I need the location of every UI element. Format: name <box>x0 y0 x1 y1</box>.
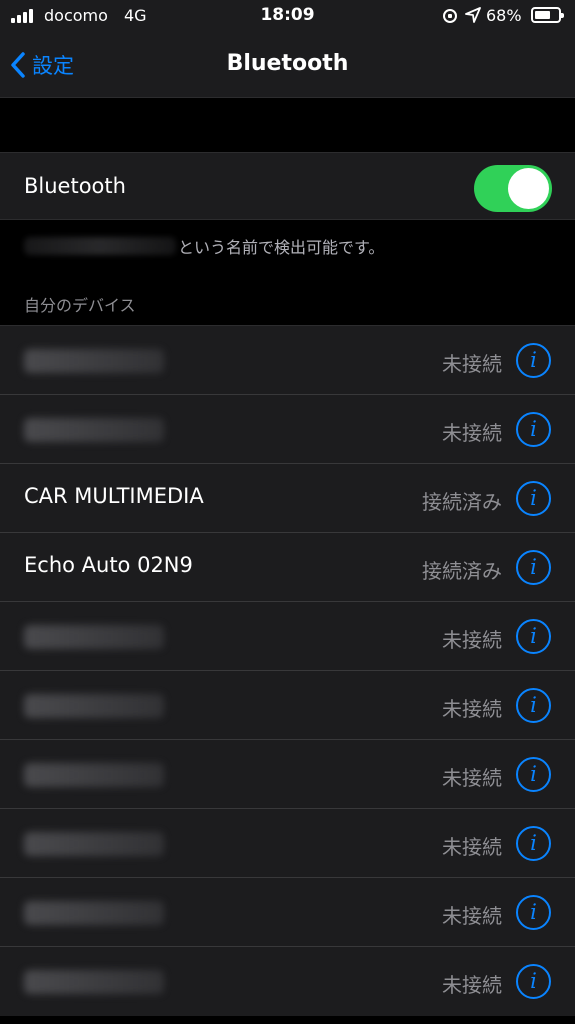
connection-status: 接続済み <box>422 490 502 514</box>
device-name-redacted <box>24 694 164 718</box>
discoverable-text: という名前で検出可能です。 <box>178 238 385 257</box>
info-icon[interactable]: i <box>516 550 551 585</box>
discoverable-note: という名前で検出可能です。 <box>24 234 384 258</box>
navigation-bar: 設定 Bluetooth <box>0 32 575 98</box>
info-icon[interactable]: i <box>516 343 551 378</box>
bluetooth-toggle-row: Bluetooth <box>0 152 575 220</box>
device-name-redacted <box>24 901 164 925</box>
bluetooth-switch[interactable] <box>474 165 552 212</box>
section-header-my-devices: 自分のデバイス <box>24 296 136 315</box>
device-row[interactable]: 未接続 i <box>0 809 575 878</box>
connection-status: 未接続 <box>442 352 502 376</box>
device-row[interactable]: 未接続 i <box>0 395 575 464</box>
bluetooth-toggle-label: Bluetooth <box>24 174 126 198</box>
device-row[interactable]: 未接続 i <box>0 602 575 671</box>
connection-status: 未接続 <box>442 973 502 997</box>
info-icon[interactable]: i <box>516 964 551 999</box>
device-name-redacted <box>24 970 164 994</box>
connection-status: 未接続 <box>442 766 502 790</box>
battery-icon <box>531 7 564 23</box>
info-icon[interactable]: i <box>516 826 551 861</box>
device-row[interactable]: 未接続 i <box>0 740 575 809</box>
location-icon <box>465 7 481 23</box>
device-name-redacted <box>24 349 164 373</box>
info-icon[interactable]: i <box>516 481 551 516</box>
battery-percent: 68% <box>486 6 522 25</box>
device-name: CAR MULTIMEDIA <box>24 484 204 508</box>
info-icon[interactable]: i <box>516 757 551 792</box>
device-row[interactable]: CAR MULTIMEDIA 接続済み i <box>0 464 575 533</box>
device-name-redacted <box>24 418 164 442</box>
connection-status: 未接続 <box>442 628 502 652</box>
device-row[interactable]: 未接続 i <box>0 947 575 1016</box>
device-list: 未接続 i 未接続 i CAR MULTIMEDIA 接続済み i Echo Auto 02N… <box>0 325 575 1016</box>
device-row[interactable]: 未接続 i <box>0 326 575 395</box>
device-name-redacted <box>24 832 164 856</box>
status-bar: docomo 4G 18:09 68% <box>0 0 575 32</box>
info-icon[interactable]: i <box>516 412 551 447</box>
info-icon[interactable]: i <box>516 688 551 723</box>
switch-knob <box>508 168 549 209</box>
page-title: Bluetooth <box>226 51 349 76</box>
connection-status: 未接続 <box>442 421 502 445</box>
info-icon[interactable]: i <box>516 895 551 930</box>
device-name-redacted <box>24 625 164 649</box>
connection-status: 未接続 <box>442 697 502 721</box>
device-name-redacted <box>24 763 164 787</box>
device-name-redacted <box>24 237 176 255</box>
battery-fill <box>535 11 550 19</box>
device-row[interactable]: Echo Auto 02N9 接続済み i <box>0 533 575 602</box>
device-row[interactable]: 未接続 i <box>0 878 575 947</box>
connection-status: 未接続 <box>442 835 502 859</box>
info-icon[interactable]: i <box>516 619 551 654</box>
connection-status: 接続済み <box>422 559 502 583</box>
device-name: Echo Auto 02N9 <box>24 553 193 577</box>
connection-status: 未接続 <box>442 904 502 928</box>
orientation-lock-icon <box>443 9 457 23</box>
device-row[interactable]: 未接続 i <box>0 671 575 740</box>
